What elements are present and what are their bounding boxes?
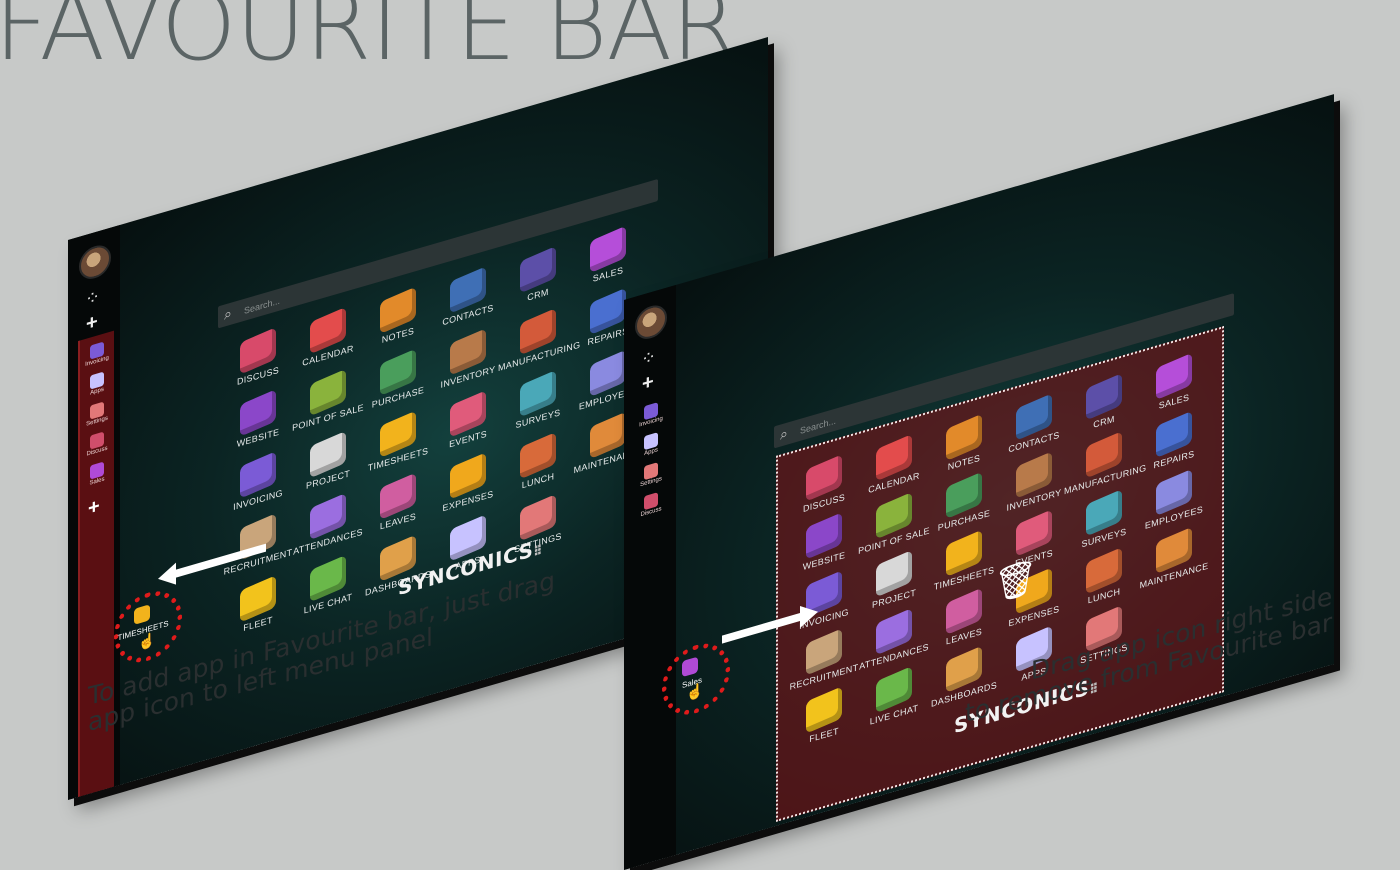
brand-dots: ⁝⁝ <box>533 542 541 561</box>
add-icon[interactable]: + <box>86 310 98 335</box>
favourite-item[interactable]: Settings <box>634 459 668 490</box>
right-sidebar: ⁘ + Invoicing Apps Settings Discuss <box>624 284 676 870</box>
favourite-item[interactable]: Discuss <box>634 489 668 520</box>
app-tile[interactable]: WEBSITE <box>218 385 298 454</box>
app-tile[interactable]: POINT OF SALE <box>288 365 368 434</box>
page-title: FAVOURITE BAR <box>0 0 738 82</box>
app-tile[interactable]: PROJECT <box>288 427 368 496</box>
app-tile[interactable]: CRM <box>498 242 578 311</box>
app-tile[interactable]: LEAVES <box>358 469 438 538</box>
apps-grid-icon[interactable]: ⁘ <box>641 346 656 370</box>
favourite-item[interactable]: Settings <box>80 399 114 430</box>
add-icon[interactable]: + <box>642 370 654 395</box>
app-tile[interactable]: ATTENDANCES <box>288 489 368 558</box>
app-tile[interactable]: EVENTS <box>428 386 508 455</box>
app-tile[interactable]: DISCUSS <box>218 323 298 392</box>
favourite-item[interactable]: Sales <box>80 459 114 490</box>
favourite-item[interactable]: Apps <box>634 429 668 460</box>
favourite-item[interactable]: Apps <box>80 369 114 400</box>
app-tile[interactable]: MANUFACTURING <box>498 304 580 373</box>
app-tile[interactable]: INVENTORY <box>428 324 508 393</box>
favourite-item[interactable]: Invoicing <box>80 339 114 370</box>
avatar[interactable] <box>79 241 111 283</box>
app-tile[interactable]: SALES <box>568 222 648 291</box>
arrow-shape <box>158 543 266 585</box>
avatar[interactable] <box>635 301 667 343</box>
search-icon: ⌕ <box>224 304 232 323</box>
app-tile[interactable]: EXPENSES <box>428 448 508 517</box>
favourite-bar[interactable]: Invoicing Apps Settings Discuss <box>634 391 668 867</box>
app-tile[interactable]: NOTES <box>358 283 438 352</box>
app-tile[interactable]: SURVEYS <box>498 366 578 435</box>
app-tile[interactable]: PURCHASE <box>358 345 438 414</box>
app-tile[interactable]: FLEET <box>218 571 298 640</box>
app-tile[interactable]: LIVE CHAT <box>288 551 368 620</box>
favourite-item[interactable]: Invoicing <box>634 399 668 430</box>
app-tile[interactable]: INVOICING <box>218 447 298 516</box>
add-favourite-icon[interactable]: + <box>88 495 100 521</box>
app-tile[interactable]: LUNCH <box>498 428 578 497</box>
favourite-item[interactable]: Discuss <box>80 429 114 460</box>
apps-grid-icon[interactable]: ⁘ <box>85 286 100 310</box>
app-tile[interactable]: CALENDAR <box>288 303 368 372</box>
app-tile[interactable]: CONTACTS <box>428 262 508 331</box>
search-icon: ⌕ <box>780 424 788 443</box>
app-tile[interactable]: TIMESHEETS <box>358 407 438 476</box>
